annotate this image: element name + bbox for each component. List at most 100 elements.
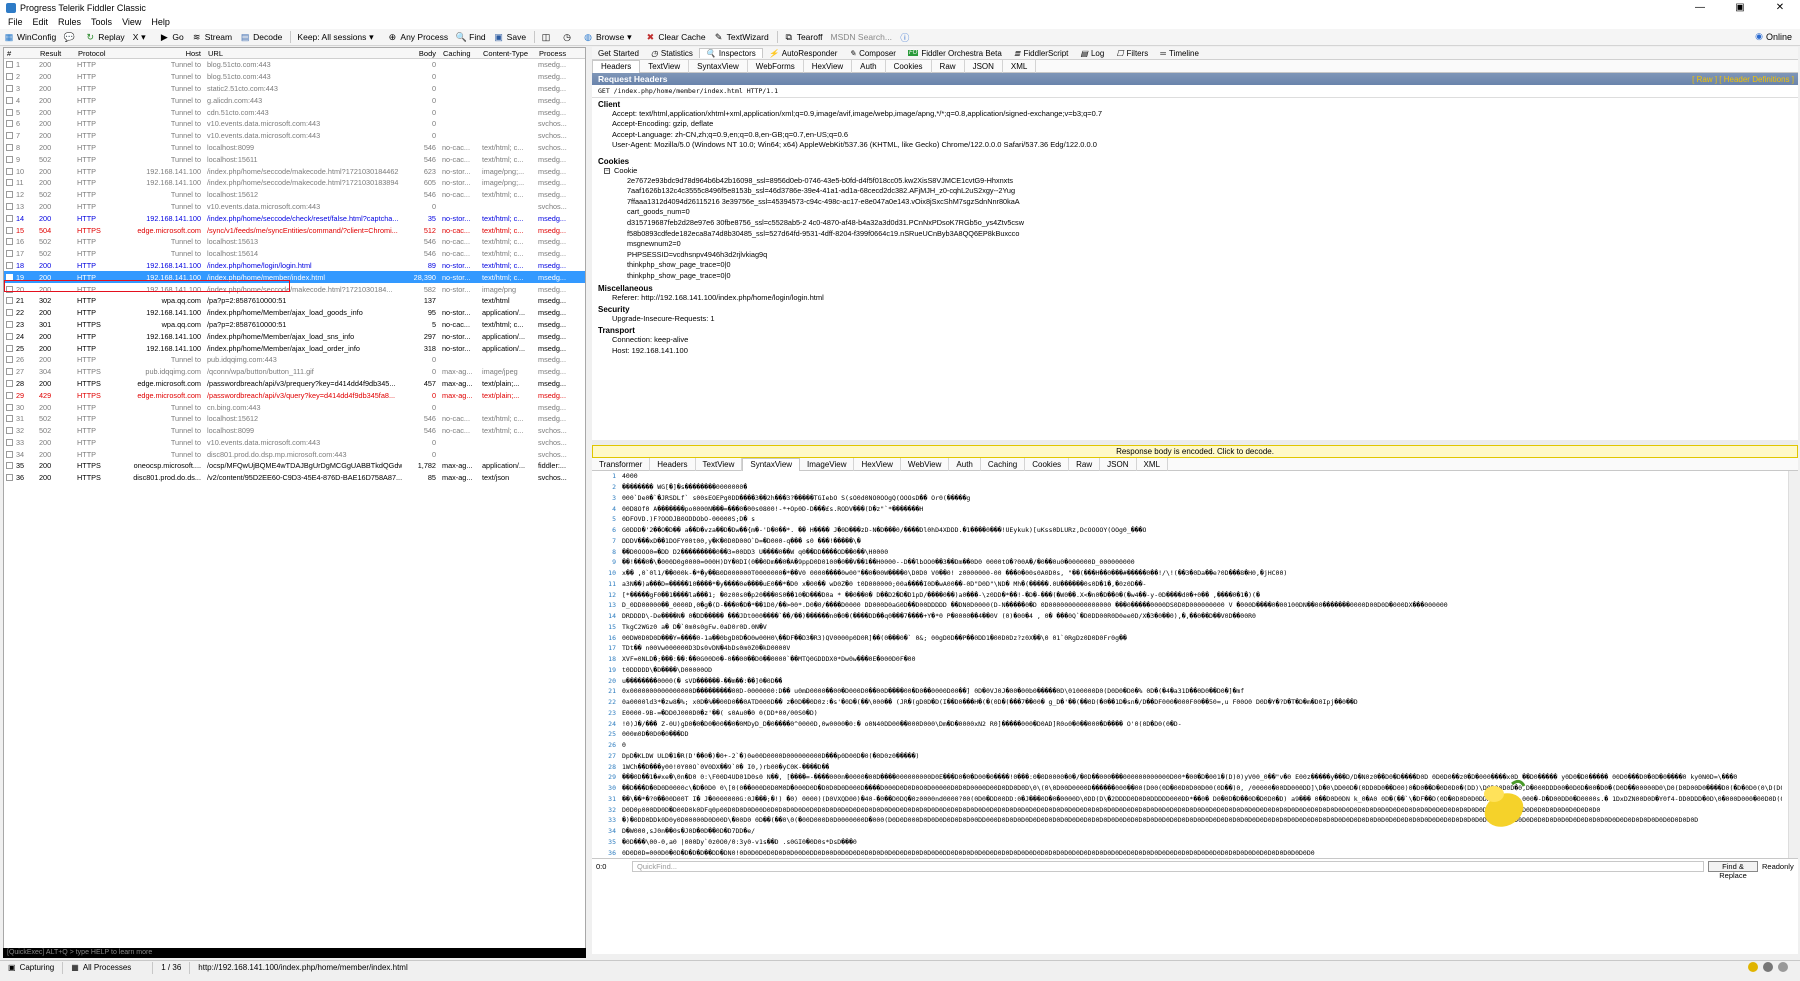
req-tab-webforms[interactable]: WebForms: [748, 59, 804, 73]
tab-log[interactable]: ▤ Log: [1074, 49, 1110, 58]
req-tab-json[interactable]: JSON: [965, 59, 1003, 73]
raw-header-links[interactable]: [ Raw ] [ Header Definitions ]: [1692, 75, 1794, 84]
session-row[interactable]: 16 502 HTTP Tunnel to localhost:15613 546 no-c…: [4, 236, 585, 248]
tab-get-started[interactable]: Get Started: [592, 49, 645, 58]
header-referer[interactable]: Referer: http://192.168.141.100/index.ph…: [598, 293, 1798, 303]
resp-tab-caching[interactable]: Caching: [981, 457, 1026, 471]
help-button[interactable]: ⓘ: [900, 32, 913, 43]
comment-button[interactable]: 💬: [64, 32, 77, 42]
req-tab-cookies[interactable]: Cookies: [886, 59, 932, 73]
response-syntax-view[interactable]: 1 4000 2 �������� WG[�]�s��������0000000� 3 0…: [592, 471, 1798, 859]
session-row[interactable]: 32 502 HTTP Tunnel to localhost:8099 546 no-ca…: [4, 425, 585, 437]
any-process-button[interactable]: ⊕ Any Process: [387, 32, 449, 43]
menu-rules[interactable]: Rules: [58, 17, 81, 27]
tab-filters[interactable]: ☐ Filters: [1110, 49, 1154, 58]
session-row[interactable]: 2 200 HTTP Tunnel to blog.51cto.com:443 0 msed…: [4, 71, 585, 83]
header-host[interactable]: Host: 192.168.141.100: [598, 346, 1798, 356]
stream-button[interactable]: ≋ Stream: [192, 32, 232, 43]
tearoff-button[interactable]: ⧉ Tearoff: [784, 32, 822, 43]
col-url[interactable]: URL: [205, 49, 402, 58]
group-security[interactable]: Security: [598, 305, 1798, 314]
timer-button[interactable]: ◷: [562, 32, 575, 42]
menu-help[interactable]: Help: [151, 17, 170, 27]
menu-view[interactable]: View: [122, 17, 141, 27]
resp-tab-syntaxview[interactable]: SyntaxView: [742, 457, 801, 471]
find-replace-button[interactable]: Find & Replace: [1708, 860, 1758, 880]
header-accept[interactable]: Accept: text/html,application/xhtml+xml,…: [598, 109, 1798, 119]
decode-notice-bar[interactable]: Response body is encoded. Click to decod…: [592, 445, 1798, 458]
col-process[interactable]: Process: [536, 49, 576, 58]
browse-button[interactable]: ◍ Browse ▾: [583, 32, 637, 43]
session-row[interactable]: 29 429 HTTPS edge.microsoft.com/passwordbre…: [4, 389, 585, 401]
group-transport[interactable]: Transport: [598, 326, 1798, 335]
session-row[interactable]: 14 200 HTTP 192.168.141.100/index.php/home/…: [4, 212, 585, 224]
req-tab-hexview[interactable]: HexView: [804, 59, 853, 73]
resp-tab-textview[interactable]: TextView: [696, 457, 743, 471]
req-tab-auth[interactable]: Auth: [852, 59, 886, 73]
menu-file[interactable]: File: [8, 17, 23, 27]
replay-button[interactable]: ↻ Replay: [85, 32, 124, 43]
tab-autoresponder[interactable]: ⚡ AutoResponder: [763, 49, 844, 58]
go-button[interactable]: ▶ Go: [159, 32, 184, 43]
cookie-node[interactable]: − Cookie: [598, 166, 1798, 176]
req-tab-raw[interactable]: Raw: [932, 59, 965, 73]
session-row[interactable]: 30 200 HTTP Tunnel to cn.bing.com:443 0 msedg.…: [4, 401, 585, 413]
session-row[interactable]: 11 200 HTTP 192.168.141.100/index.php/home/…: [4, 177, 585, 189]
online-indicator[interactable]: ◉ Online: [1755, 31, 1792, 42]
group-miscellaneous[interactable]: Miscellaneous: [598, 284, 1798, 293]
group-cookies[interactable]: Cookies: [598, 157, 1798, 166]
status-icon-b[interactable]: [1763, 962, 1773, 972]
header-user-agent[interactable]: User-Agent: Mozilla/5.0 (Windows NT 10.0…: [598, 140, 1798, 150]
sessions-list[interactable]: # Result Protocol Host URL Body Caching …: [3, 47, 586, 954]
session-row[interactable]: 28 200 HTTPS edge.microsoft.com/passwordbre…: [4, 378, 585, 390]
header-accept-encoding[interactable]: Accept-Encoding: gzip, deflate: [598, 119, 1798, 129]
session-row[interactable]: 5 200 HTTP Tunnel to cdn.51cto.com:443 0 msedg…: [4, 106, 585, 118]
session-row[interactable]: 7 200 HTTP Tunnel to v10.events.data.microso…: [4, 130, 585, 142]
header-connection[interactable]: Connection: keep-alive: [598, 335, 1798, 345]
resp-tab-hexview[interactable]: HexView: [854, 457, 901, 471]
find-button[interactable]: 🔍 Find: [456, 32, 486, 43]
msdn-search-box[interactable]: MSDN Search...: [831, 32, 892, 42]
cookie-item[interactable]: 7aaf1626b132c4c3555c8496f5e8153b_ssl=46d…: [598, 186, 1798, 197]
collapse-icon[interactable]: −: [604, 167, 610, 174]
resp-tab-webview[interactable]: WebView: [901, 457, 950, 471]
cookie-item[interactable]: 7ffaaa1312d4094d26115216 3e39756e_ssl=45…: [598, 197, 1798, 208]
decode-button[interactable]: ▤ Decode: [240, 32, 283, 43]
textwizard-button[interactable]: ✎ TextWizard: [714, 32, 769, 43]
tab-statistics[interactable]: ◷ Statistics: [645, 49, 699, 58]
session-row[interactable]: 33 200 HTTP Tunnel to v10.events.data.micros…: [4, 437, 585, 449]
vertical-scrollbar[interactable]: [1788, 471, 1798, 858]
session-row[interactable]: 18 200 HTTP 192.168.141.100/index.php/home/…: [4, 260, 585, 272]
cookie-item[interactable]: PHPSESSID=vcdhsnpv4946h3d2rjlvkiag9q: [598, 250, 1798, 261]
resp-tab-transformer[interactable]: Transformer: [592, 457, 651, 471]
resp-tab-raw[interactable]: Raw: [1069, 457, 1101, 471]
close-button[interactable]: ✕: [1760, 0, 1800, 15]
session-row[interactable]: 15 504 HTTPS edge.microsoft.com/sync/v1/fee…: [4, 224, 585, 236]
screenshot-button[interactable]: ◫: [541, 32, 554, 42]
capturing-toggle[interactable]: ▣ Capturing: [0, 961, 64, 974]
status-icon-a[interactable]: [1748, 962, 1758, 972]
session-row[interactable]: 34 200 HTTP Tunnel to disc801.prod.do.dsp.mp…: [4, 448, 585, 460]
resp-tab-cookies[interactable]: Cookies: [1025, 457, 1070, 471]
session-row[interactable]: 13 200 HTTP Tunnel to v10.events.data.micros…: [4, 201, 585, 213]
session-row[interactable]: 21 302 HTTP wpa.qq.com/pa?p=2:8587610000:51…: [4, 295, 585, 307]
menu-edit[interactable]: Edit: [33, 17, 49, 27]
cookie-item[interactable]: cart_goods_num=0: [598, 207, 1798, 218]
save-button[interactable]: ▣ Save: [494, 32, 526, 43]
req-tab-syntaxview[interactable]: SyntaxView: [689, 59, 748, 73]
col-protocol[interactable]: Protocol: [75, 49, 109, 58]
session-row[interactable]: 9 502 HTTP Tunnel to localhost:15611 546 no-ca…: [4, 153, 585, 165]
col-caching[interactable]: Caching: [440, 49, 480, 58]
resp-tab-json[interactable]: JSON: [1100, 457, 1137, 471]
col-body[interactable]: Body: [402, 49, 440, 58]
session-row[interactable]: 6 200 HTTP Tunnel to v10.events.data.microso…: [4, 118, 585, 130]
session-row[interactable]: 10 200 HTTP 192.168.141.100/index.php/home/…: [4, 165, 585, 177]
session-row[interactable]: 25 200 HTTP 192.168.141.100/index.php/home/…: [4, 342, 585, 354]
cookie-item[interactable]: 2e7672e93bdc9d78d964b6b42b16098_ssl=8956…: [598, 176, 1798, 187]
header-upgrade-insecure[interactable]: Upgrade-Insecure-Requests: 1: [598, 314, 1798, 324]
keep-sessions-dropdown[interactable]: Keep: All sessions ▾: [297, 32, 379, 43]
req-tab-xml[interactable]: XML: [1003, 59, 1037, 73]
col-result[interactable]: Result: [37, 49, 75, 58]
session-row[interactable]: 1 200 HTTP Tunnel to blog.51cto.com:443 0 msed…: [4, 59, 585, 71]
req-tab-headers[interactable]: Headers: [592, 59, 641, 73]
